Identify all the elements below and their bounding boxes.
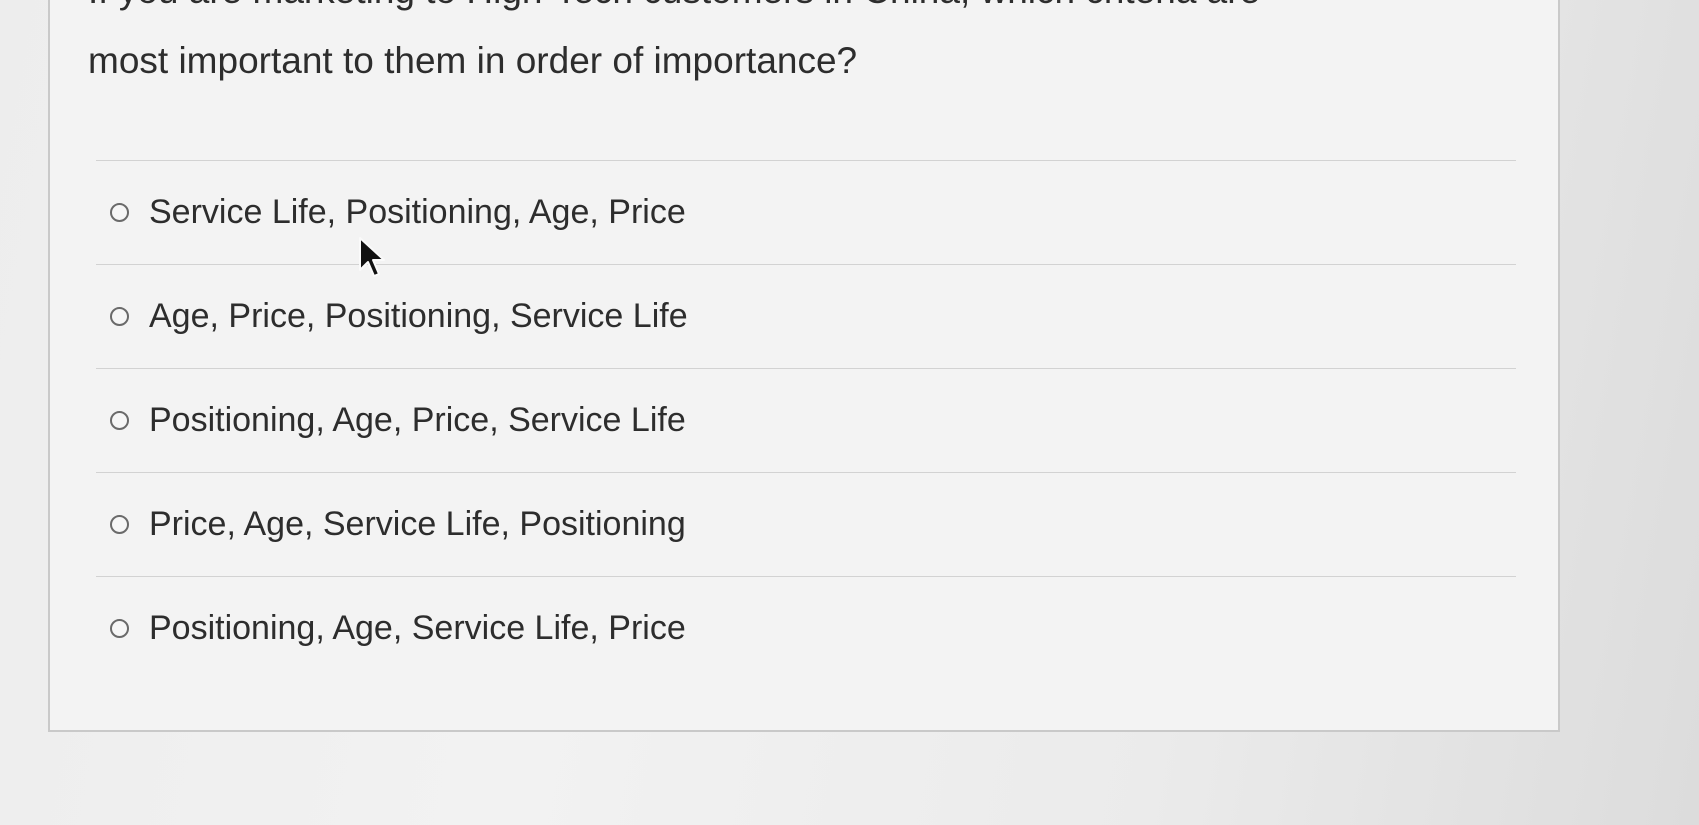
answer-options: Service Life, Positioning, Age, Price Ag…: [96, 160, 1516, 680]
answer-option-3[interactable]: Positioning, Age, Price, Service Life: [96, 369, 1516, 472]
answer-option-label: Price, Age, Service Life, Positioning: [149, 505, 686, 543]
radio-button[interactable]: [110, 307, 129, 326]
answer-option-label: Positioning, Age, Service Life, Price: [149, 609, 686, 647]
answer-option-label: Service Life, Positioning, Age, Price: [149, 193, 686, 231]
answer-option-label: Positioning, Age, Price, Service Life: [149, 401, 686, 439]
radio-button[interactable]: [110, 411, 129, 430]
question-text: most important to them in order of impor…: [88, 40, 858, 81]
arrow-pointer-icon: [359, 237, 385, 277]
radio-button[interactable]: [110, 203, 129, 222]
answer-option-label: Age, Price, Positioning, Service Life: [149, 297, 688, 335]
question-text-cutoff: If you are marketing to High-Tech custom…: [88, 0, 1260, 12]
answer-option-5[interactable]: Positioning, Age, Service Life, Price: [96, 577, 1516, 680]
answer-option-2[interactable]: Age, Price, Positioning, Service Life: [96, 265, 1516, 368]
answer-option-4[interactable]: Price, Age, Service Life, Positioning: [96, 473, 1516, 576]
radio-button[interactable]: [110, 515, 129, 534]
radio-button[interactable]: [110, 619, 129, 638]
answer-option-1[interactable]: Service Life, Positioning, Age, Price: [96, 161, 1516, 264]
